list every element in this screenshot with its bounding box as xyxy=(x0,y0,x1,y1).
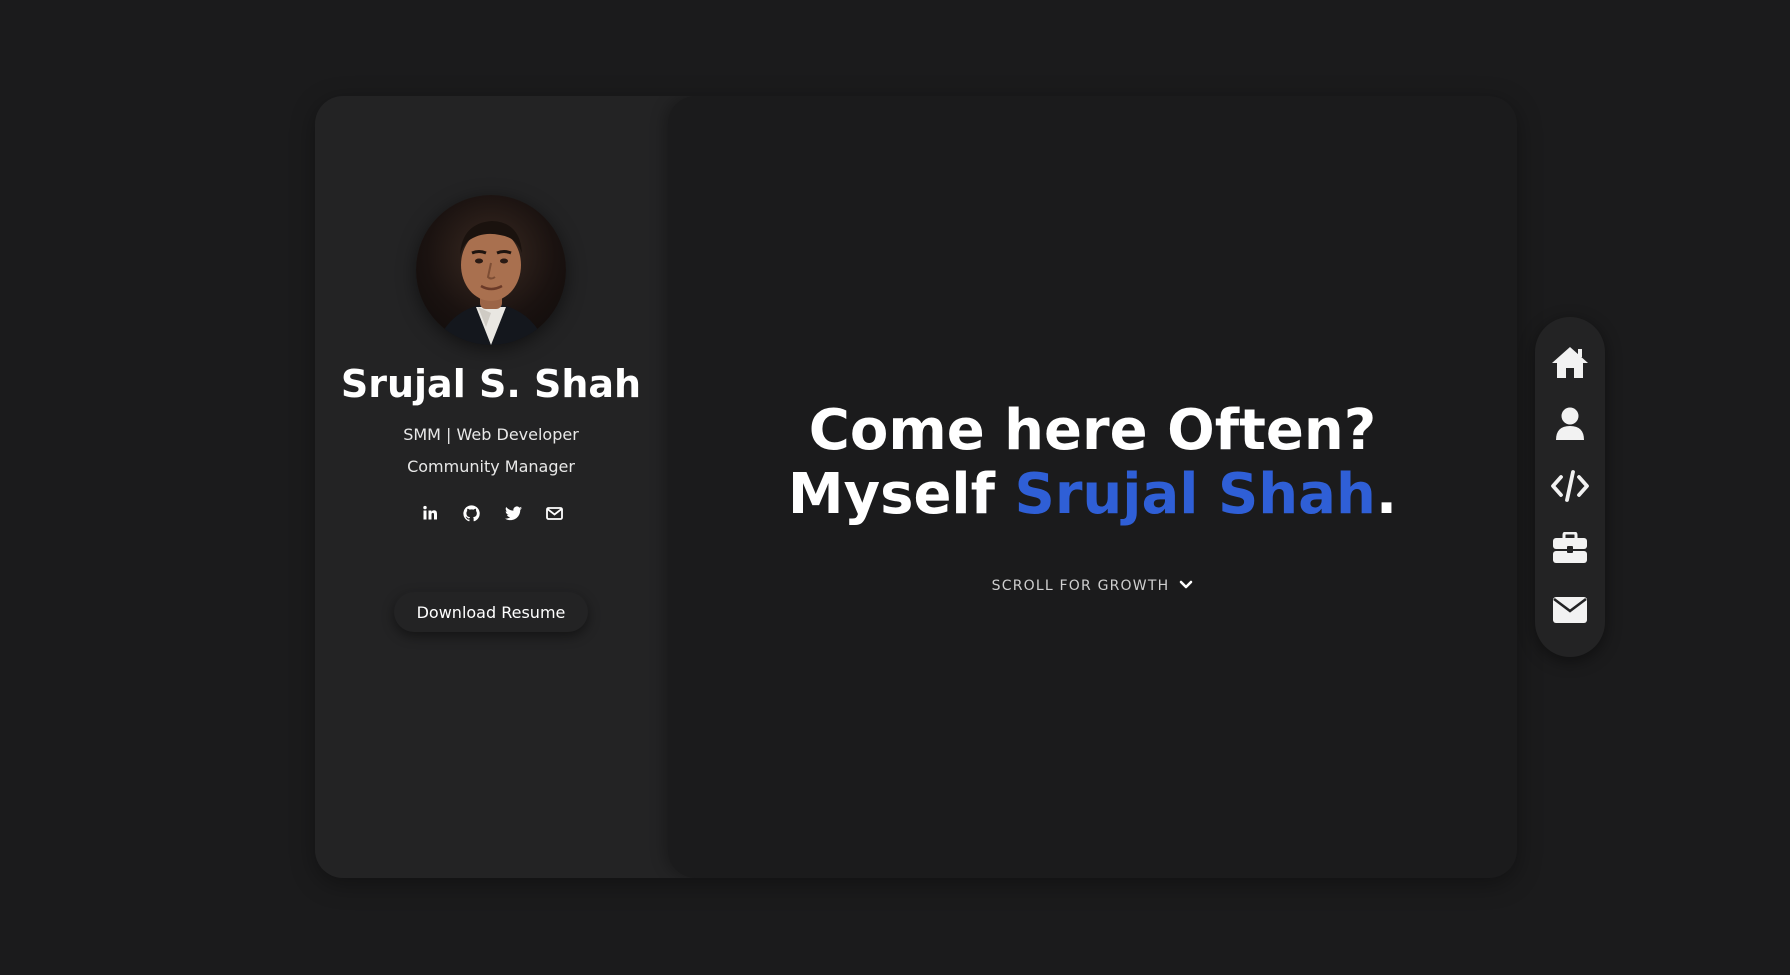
hero-period: . xyxy=(1375,462,1398,527)
hero-heading-line-2: Myself Srujal Shah. xyxy=(668,462,1517,527)
profile-name: Srujal S. Shah xyxy=(340,362,642,406)
user-icon xyxy=(1556,407,1584,440)
nav-projects[interactable] xyxy=(1548,464,1592,508)
scroll-for-growth-link[interactable]: SCROLL FOR GROWTH xyxy=(668,578,1517,594)
hero-name-highlight: Srujal Shah xyxy=(1014,462,1376,527)
home-icon xyxy=(1552,347,1588,378)
chevron-down-icon xyxy=(1179,578,1193,594)
side-navigation xyxy=(1535,317,1605,657)
hero-intro-text: Myself xyxy=(787,462,1015,527)
github-icon[interactable] xyxy=(462,503,482,523)
envelope-icon xyxy=(1553,597,1587,623)
profile-role-secondary: Community Manager xyxy=(407,457,575,476)
nav-home[interactable] xyxy=(1548,340,1592,384)
profile-photo-illustration xyxy=(436,221,546,345)
scroll-hint-label: SCROLL FOR GROWTH xyxy=(991,578,1170,594)
hero-heading-line-1: Come here Often? xyxy=(808,398,1377,463)
download-resume-button[interactable]: Download Resume xyxy=(394,592,588,632)
profile-role-primary: SMM | Web Developer xyxy=(403,425,579,444)
nav-contact[interactable] xyxy=(1548,588,1592,632)
portfolio-page: Srujal S. Shah SMM | Web Developer Commu… xyxy=(0,0,1790,975)
mail-icon[interactable] xyxy=(545,503,565,523)
nav-about[interactable] xyxy=(1548,402,1592,446)
briefcase-icon xyxy=(1553,532,1587,563)
twitter-icon[interactable] xyxy=(503,503,523,523)
profile-photo xyxy=(416,195,566,345)
social-links xyxy=(420,503,565,523)
code-icon xyxy=(1551,470,1589,502)
nav-experience[interactable] xyxy=(1548,526,1592,570)
linkedin-icon[interactable] xyxy=(420,503,440,523)
